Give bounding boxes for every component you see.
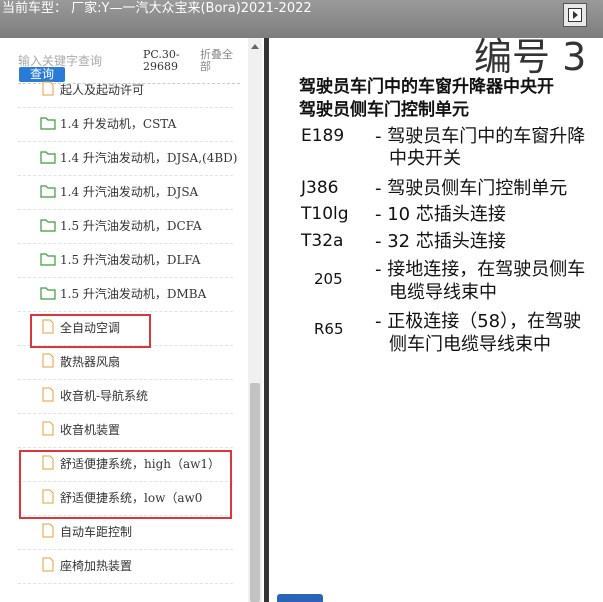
subheading: 驾驶员车门中的车窗升降器中央开 <box>299 77 554 97</box>
tree-item-label: 1.4 升汽油发动机，DJSA <box>60 185 199 199</box>
file-icon <box>42 421 54 436</box>
tree-item-label: 自动车距控制 <box>60 525 133 539</box>
tree-item[interactable]: 散热器风扇 <box>18 346 233 380</box>
tree-item[interactable]: 1.5 升汽油发动机，DCFA <box>18 210 233 244</box>
collapse-all-button[interactable]: 折叠全部 <box>200 49 240 73</box>
document-view: 编号 3 驾驶员车门中的车窗升降器中央开 驾驶员侧车门控制单元 E189 - 驾… <box>269 38 603 602</box>
title-bar: 当前车型： 厂家:Y—一汽大众宝来(Bora)2021-2022 <box>0 0 603 38</box>
number-heading: 编号 3 <box>474 38 587 79</box>
legend-desc: - 正极连接（58），在驾驶 <box>375 311 582 332</box>
file-icon <box>42 353 54 368</box>
legend-desc: 电缆导线束中 <box>389 282 497 303</box>
tree-item-label: 1.5 升汽油发动机，DMBA <box>60 287 207 301</box>
legend-desc: - 驾驶员侧车门控制单元 <box>375 178 568 199</box>
tree-item[interactable]: 1.5 升汽油发动机，DLFA <box>18 244 233 278</box>
scroll-up-icon[interactable] <box>251 44 259 49</box>
tree-item[interactable]: 1.4 升汽油发动机，DJSA <box>18 176 233 210</box>
legend-desc: - 接地连接，在驾驶员侧车 <box>375 259 586 280</box>
scrollbar-thumb[interactable] <box>250 383 260 602</box>
file-icon <box>42 81 54 96</box>
tree-item-label: 收音机装置 <box>60 423 121 437</box>
tree-item[interactable]: 收音机-导航系统 <box>18 380 233 414</box>
tree-item-label: 散热器风扇 <box>60 355 121 369</box>
tree-item-label: 座椅加热装置 <box>60 559 133 573</box>
window-title: 当前车型： 厂家:Y—一汽大众宝来(Bora)2021-2022 <box>2 1 312 16</box>
subheading: 驾驶员侧车门控制单元 <box>299 100 469 120</box>
tree-item-label: 1.5 升汽油发动机，DLFA <box>60 253 201 267</box>
window-toggle-button[interactable] <box>563 3 587 27</box>
tree-item-label: 收音机-导航系统 <box>60 389 149 403</box>
legend-code: J386 <box>301 178 339 198</box>
legend-code: T32a <box>301 231 344 251</box>
file-icon <box>42 387 54 402</box>
legend-code: R65 <box>314 320 344 338</box>
legend-code: E189 <box>301 126 345 146</box>
highlight-box <box>19 450 232 519</box>
pc-code: PC.30-29689 <box>143 48 180 73</box>
legend-desc: - 32 芯插头连接 <box>375 231 506 252</box>
legend-desc: 侧车门电缆导线束中 <box>389 334 551 355</box>
folder-icon <box>40 219 56 232</box>
tree-item[interactable]: 自动车距控制 <box>18 516 233 550</box>
folder-icon <box>40 287 56 300</box>
legend-desc: - 10 芯插头连接 <box>375 204 506 225</box>
file-icon <box>42 557 54 572</box>
tree-item-label: 1.5 升汽油发动机，DCFA <box>60 219 202 233</box>
highlight-box <box>30 314 151 348</box>
tree-item-label: 起人及起动许可 <box>60 83 145 97</box>
legend-desc: - 驾驶员车门中的车窗升降 <box>375 126 586 147</box>
folder-icon <box>40 185 56 198</box>
folder-icon <box>40 117 56 130</box>
tree-item[interactable]: 1.4 升发动机，CSTA <box>18 108 233 142</box>
legend-desc: 中央开关 <box>389 148 461 169</box>
tree-item[interactable]: 1.5 升汽油发动机，DMBA <box>18 278 233 312</box>
tree-item[interactable]: 座椅加热装置 <box>18 550 233 584</box>
legend-code: 205 <box>314 270 343 288</box>
sidebar-scrollbar[interactable] <box>248 38 262 602</box>
file-icon <box>42 523 54 538</box>
tree-item[interactable]: 收音机装置 <box>18 414 233 448</box>
sidebar: 查询 PC.30-29689 折叠全部 起人及起动许可 1.4 升发动机，CST… <box>0 38 265 602</box>
folder-icon <box>40 253 56 266</box>
tree-item-label: 1.4 升汽油发动机，DJSA,(4BD) <box>60 151 238 165</box>
folder-icon <box>40 151 56 164</box>
tree-item[interactable]: 起人及起动许可 <box>18 74 233 108</box>
tree-item-label: 1.4 升发动机，CSTA <box>60 117 177 131</box>
legend-code: T10lg <box>301 204 349 224</box>
tree-item[interactable]: 1.4 升汽油发动机，DJSA,(4BD) <box>18 142 237 176</box>
bottom-tab-button[interactable] <box>277 594 323 602</box>
